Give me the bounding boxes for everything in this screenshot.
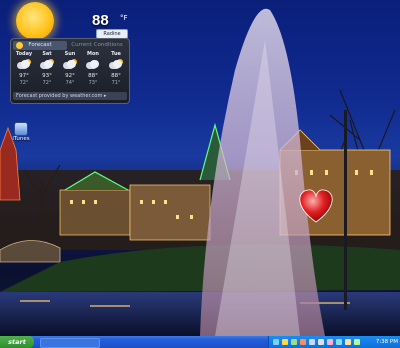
day-high: 92°: [65, 73, 75, 79]
messenger-icon[interactable]: [318, 339, 324, 345]
tab-forecast[interactable]: Forecast: [13, 41, 67, 50]
forecast-day: Tue 88° 71°: [105, 51, 127, 89]
tab-current-conditions[interactable]: Current Conditions: [69, 41, 125, 50]
taskbar-window-button[interactable]: [40, 338, 100, 348]
day-high: 88°: [111, 73, 121, 79]
day-low: 72°: [19, 80, 29, 86]
day-low: 74°: [65, 80, 75, 86]
forecast-day: Sat 93° 72°: [36, 51, 58, 89]
antivirus-icon[interactable]: [300, 339, 306, 345]
current-temperature: 88: [92, 12, 109, 29]
cloudy-icon: [86, 59, 100, 70]
itunes-icon: [14, 122, 28, 136]
desktop-icon-label: iTunes: [12, 136, 30, 142]
forecast-day: Sun 92° 74°: [59, 51, 81, 89]
sunny-icon: [16, 2, 54, 40]
tray-app-icon[interactable]: [345, 339, 351, 345]
day-name: Today: [15, 51, 33, 57]
day-name: Mon: [87, 51, 99, 57]
day-high: 97°: [19, 73, 29, 79]
forecast-tabs: Forecast Current Conditions: [13, 41, 127, 50]
security-icon[interactable]: [282, 339, 288, 345]
forecast-days: Today 97° 72° Sat 93° 72° Sun 92° 74° Mo…: [13, 51, 127, 89]
partly-cloudy-icon: [109, 59, 123, 70]
temperature-unit: °F: [120, 14, 128, 22]
day-low: 71°: [111, 80, 121, 86]
tab-forecast-label: Forecast: [28, 42, 52, 48]
network-icon[interactable]: [273, 339, 279, 345]
day-name: Sat: [42, 51, 52, 57]
taskbar-clock[interactable]: 7:38 PM: [376, 336, 398, 348]
forecast-provider-link[interactable]: Forecast provided by weather.com ▸: [13, 92, 127, 100]
tray-app-icon[interactable]: [336, 339, 342, 345]
tray-app-icon[interactable]: [327, 339, 333, 345]
weather-current: 88 °F Radine: [6, 2, 128, 40]
day-high: 88°: [88, 73, 98, 79]
forecast-panel: Forecast Current Conditions Today 97° 72…: [10, 38, 130, 104]
sun-icon: [16, 42, 23, 49]
forecast-day: Mon 88° 73°: [82, 51, 104, 89]
taskbar: start 7:38 PM: [0, 336, 400, 348]
day-low: 72°: [42, 80, 52, 86]
tray-app-icon[interactable]: [354, 339, 360, 345]
desktop-icon-itunes[interactable]: iTunes: [6, 120, 36, 146]
start-button[interactable]: start: [0, 336, 34, 348]
desktop: 88 °F Radine Forecast Current Conditions…: [0, 0, 400, 348]
weather-gadget[interactable]: 88 °F Radine Forecast Current Conditions…: [6, 2, 130, 104]
day-high: 93°: [42, 73, 52, 79]
partly-cloudy-icon: [40, 59, 54, 70]
day-name: Tue: [111, 51, 121, 57]
volume-icon[interactable]: [309, 339, 315, 345]
partly-cloudy-icon: [63, 59, 77, 70]
partly-cloudy-icon: [17, 59, 31, 70]
update-icon[interactable]: [291, 339, 297, 345]
system-tray: 7:38 PM: [268, 336, 400, 348]
forecast-day: Today 97° 72°: [13, 51, 35, 89]
day-name: Sun: [64, 51, 76, 57]
day-low: 73°: [88, 80, 98, 86]
